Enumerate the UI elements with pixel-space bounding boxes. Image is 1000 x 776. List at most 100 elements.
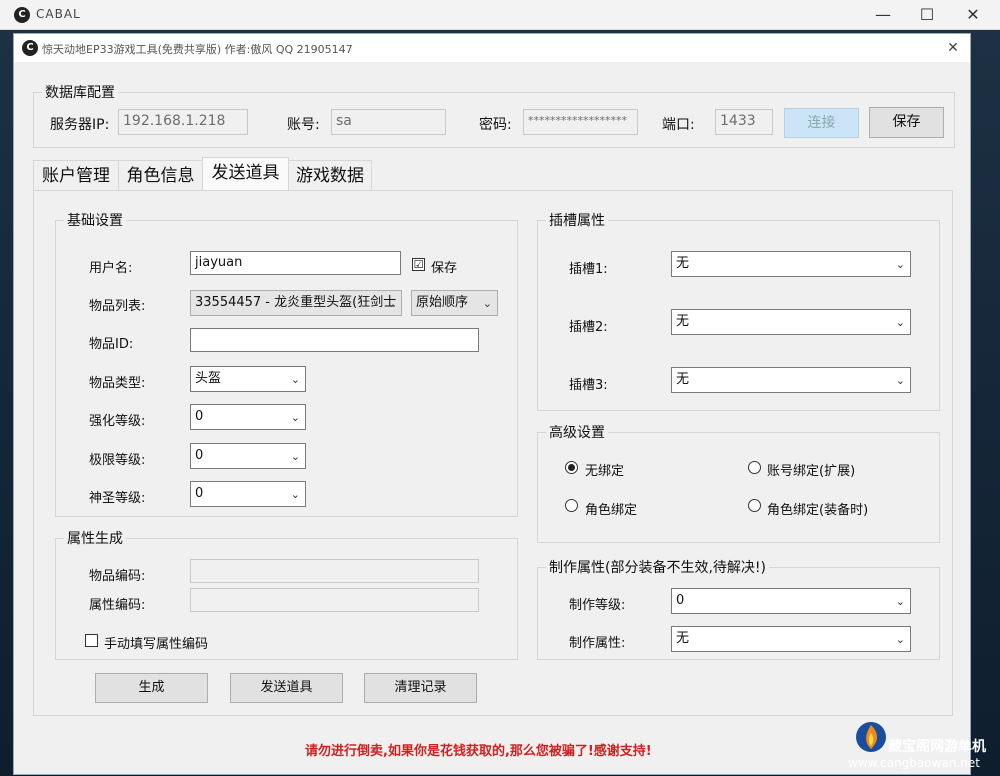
db-config-label: 数据库配置 xyxy=(42,82,118,102)
cabal-logo-icon: C xyxy=(14,7,30,23)
holy-level-label: 神圣等级: xyxy=(89,491,146,506)
attribute-generation-label: 属性生成 xyxy=(64,528,126,548)
craft-level-select[interactable]: 0 ⌄ xyxy=(671,588,911,614)
item-list-label: 物品列表: xyxy=(89,299,146,314)
slot1-value: 无 xyxy=(676,256,690,271)
item-code-label: 物品编码: xyxy=(89,569,146,584)
save-username-checkbox[interactable]: ☑ xyxy=(412,258,425,271)
advanced-settings-label: 高级设置 xyxy=(546,422,608,442)
limit-level-value: 0 xyxy=(195,448,204,463)
craft-attribute-value: 无 xyxy=(676,631,690,646)
slot1-select[interactable]: 无 ⌄ xyxy=(671,251,911,277)
attribute-code-field[interactable] xyxy=(190,588,479,612)
no-bind-radio[interactable] xyxy=(565,461,578,474)
db-save-button[interactable]: 保存 xyxy=(869,107,944,138)
limit-level-label: 极限等级: xyxy=(89,453,146,468)
outer-title-bar: C CABAL — ☐ ✕ xyxy=(0,0,1000,30)
send-item-button[interactable]: 发送道具 xyxy=(230,673,343,703)
enhance-level-label: 强化等级: xyxy=(89,414,146,429)
tool-title-bar: C 惊天动地EP33游戏工具(免费共享版) 作者:傲风 QQ 21905147 … xyxy=(14,34,970,62)
watermark-site-url: www.cangbaowan.net xyxy=(848,756,980,770)
enhance-level-value: 0 xyxy=(195,409,204,424)
item-type-label: 物品类型: xyxy=(89,376,146,391)
connect-button[interactable]: 连接 xyxy=(784,108,859,138)
account-field[interactable]: sa xyxy=(331,109,446,135)
port-label: 端口: xyxy=(662,117,695,133)
item-id-input[interactable] xyxy=(190,328,479,352)
no-bind-label: 无绑定 xyxy=(585,464,625,479)
craft-level-value: 0 xyxy=(676,593,685,608)
slot-attributes-label: 插槽属性 xyxy=(546,210,608,230)
slot3-value: 无 xyxy=(676,372,690,387)
craft-level-label: 制作等级: xyxy=(569,598,626,613)
manual-attribute-checkbox[interactable] xyxy=(85,634,98,647)
username-input[interactable]: jiayuan xyxy=(190,251,401,275)
slot2-label: 插槽2: xyxy=(569,320,608,335)
account-bind-radio[interactable] xyxy=(748,461,761,474)
chevron-down-icon: ⌄ xyxy=(386,297,396,310)
save-username-label: 保存 xyxy=(431,261,458,276)
character-bind-equip-radio[interactable] xyxy=(748,499,761,512)
character-bind-label: 角色绑定 xyxy=(585,503,638,518)
item-type-value: 头盔 xyxy=(195,371,222,386)
chevron-down-icon: ⌄ xyxy=(290,450,300,463)
port-field[interactable]: 1433 xyxy=(715,109,773,135)
character-bind-radio[interactable] xyxy=(565,499,578,512)
warning-message: 请勿进行倒卖,如果你是花钱获取的,那么您被骗了!感谢支持! xyxy=(305,744,652,759)
holy-level-select[interactable]: 0 ⌄ xyxy=(190,481,306,507)
outer-maximize-button[interactable]: ☐ xyxy=(904,0,950,30)
holy-level-value: 0 xyxy=(195,486,204,501)
advanced-settings-group: 高级设置 xyxy=(537,422,940,543)
item-list-value: 33554457 - 龙炎重型头盔(狂剑士 xyxy=(195,295,397,310)
outer-minimize-button[interactable]: — xyxy=(860,0,906,30)
tab-send-items[interactable]: 发送道具 xyxy=(202,157,289,191)
limit-level-select[interactable]: 0 ⌄ xyxy=(190,443,306,469)
server-ip-field[interactable]: 192.168.1.218 xyxy=(118,109,248,135)
account-label: 账号: xyxy=(287,117,320,133)
sort-order-value: 原始顺序 xyxy=(416,295,469,310)
username-label: 用户名: xyxy=(89,261,133,276)
site-watermark: 藏宝阁网游单机 www.cangbaowan.net xyxy=(848,716,1000,772)
slot2-select[interactable]: 无 ⌄ xyxy=(671,309,911,335)
tab-character-info[interactable]: 角色信息 xyxy=(118,160,203,190)
character-bind-equip-label: 角色绑定(装备时) xyxy=(767,503,869,518)
outer-close-button[interactable]: ✕ xyxy=(950,0,996,30)
chevron-down-icon: ⌄ xyxy=(290,488,300,501)
craft-attributes-label: 制作属性(部分装备不生效,待解决!) xyxy=(546,557,769,577)
chevron-down-icon: ⌄ xyxy=(895,633,905,646)
item-id-label: 物品ID: xyxy=(89,337,134,352)
watermark-site-name: 藏宝阁网游单机 xyxy=(888,739,986,755)
tool-window-title: 惊天动地EP33游戏工具(免费共享版) 作者:傲风 QQ 21905147 xyxy=(42,43,353,56)
chevron-down-icon: ⌄ xyxy=(290,411,300,424)
slot3-select[interactable]: 无 ⌄ xyxy=(671,367,911,393)
slot3-label: 插槽3: xyxy=(569,378,608,393)
generate-button[interactable]: 生成 xyxy=(95,673,208,703)
item-code-field[interactable] xyxy=(190,559,479,583)
password-label: 密码: xyxy=(479,117,512,133)
item-list-select[interactable]: 33554457 - 龙炎重型头盔(狂剑士 ⌄ xyxy=(190,290,402,316)
tab-game-data[interactable]: 游戏数据 xyxy=(288,160,372,190)
tab-account-management[interactable]: 账户管理 xyxy=(33,160,119,190)
enhance-level-select[interactable]: 0 ⌄ xyxy=(190,404,306,430)
item-type-select[interactable]: 头盔 ⌄ xyxy=(190,366,306,392)
chevron-down-icon: ⌄ xyxy=(895,595,905,608)
account-bind-label: 账号绑定(扩展) xyxy=(767,464,856,479)
craft-attribute-label: 制作属性: xyxy=(569,636,626,651)
slot1-label: 插槽1: xyxy=(569,262,608,277)
attribute-code-label: 属性编码: xyxy=(89,598,146,613)
craft-attribute-select[interactable]: 无 ⌄ xyxy=(671,626,911,652)
sort-order-select[interactable]: 原始顺序 ⌄ xyxy=(411,290,498,316)
server-ip-label: 服务器IP: xyxy=(50,117,110,133)
basic-settings-label: 基础设置 xyxy=(64,210,126,230)
chevron-down-icon: ⌄ xyxy=(895,258,905,271)
outer-window-title: CABAL xyxy=(36,7,81,21)
chevron-down-icon: ⌄ xyxy=(482,297,492,310)
tool-logo-icon: C xyxy=(22,40,38,56)
chevron-down-icon: ⌄ xyxy=(290,373,300,386)
chevron-down-icon: ⌄ xyxy=(895,316,905,329)
chevron-down-icon: ⌄ xyxy=(895,374,905,387)
password-field[interactable]: ****************** xyxy=(523,109,638,135)
clear-records-button[interactable]: 清理记录 xyxy=(364,673,477,703)
manual-attribute-label: 手动填写属性编码 xyxy=(104,637,209,652)
tool-close-button[interactable]: ✕ xyxy=(930,34,976,62)
